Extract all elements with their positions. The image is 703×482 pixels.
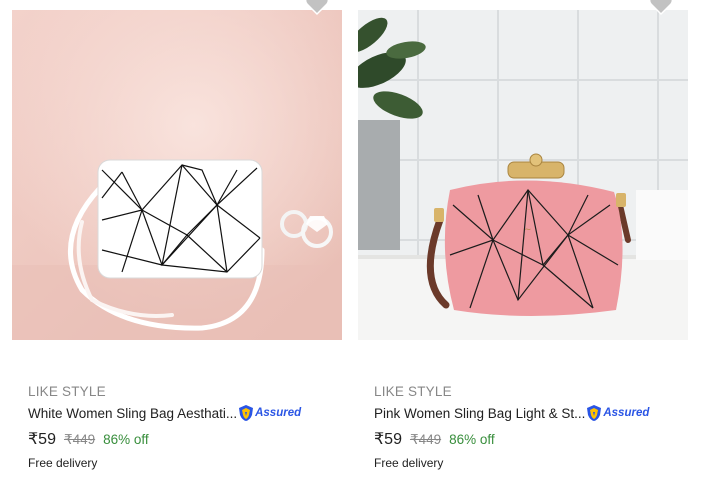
product-title[interactable]: White Women Sling Bag Aesthati... [28,406,237,421]
delivery-info: Free delivery [374,456,444,470]
price-row: ₹59 ₹449 86% off [28,429,149,449]
product-title-row[interactable]: Pink Women Sling Bag Light & St... Assur… [374,404,649,422]
assured-shield-icon [587,405,602,421]
assured-badge: Assured [238,404,301,422]
product-brand: LIKE STYLE [374,384,452,399]
discount-percent: 86% off [449,432,495,447]
assured-badge: Assured [586,404,649,422]
wishlist-heart-icon[interactable] [648,0,674,16]
product-title[interactable]: Pink Women Sling Bag Light & St... [374,406,585,421]
svg-text:~: ~ [524,225,532,235]
product-card-white-sling-bag[interactable]: LIKE STYLE White Women Sling Bag Aesthat… [12,0,342,482]
original-price: ₹449 [409,432,442,447]
delivery-info: Free delivery [28,456,98,470]
discount-percent: 86% off [103,432,149,447]
selling-price: ₹59 [28,431,56,448]
wishlist-heart-icon[interactable] [304,0,330,16]
pink-bag-photo: ~ [358,10,688,340]
product-image-pink-sling-bag[interactable]: ~ [358,10,688,340]
product-image-white-sling-bag[interactable] [12,10,342,340]
white-bag-photo [12,10,342,340]
price-row: ₹59 ₹449 86% off [374,429,495,449]
assured-label: Assured [255,407,302,419]
product-brand: LIKE STYLE [28,384,106,399]
assured-label: Assured [603,407,650,419]
original-price: ₹449 [63,432,96,447]
product-card-pink-sling-bag[interactable]: ~ LIKE STYLE Pink Women Sling Bag Light … [358,0,688,482]
selling-price: ₹59 [374,431,402,448]
product-title-row[interactable]: White Women Sling Bag Aesthati... Assure… [28,404,301,422]
assured-shield-icon [239,405,254,421]
